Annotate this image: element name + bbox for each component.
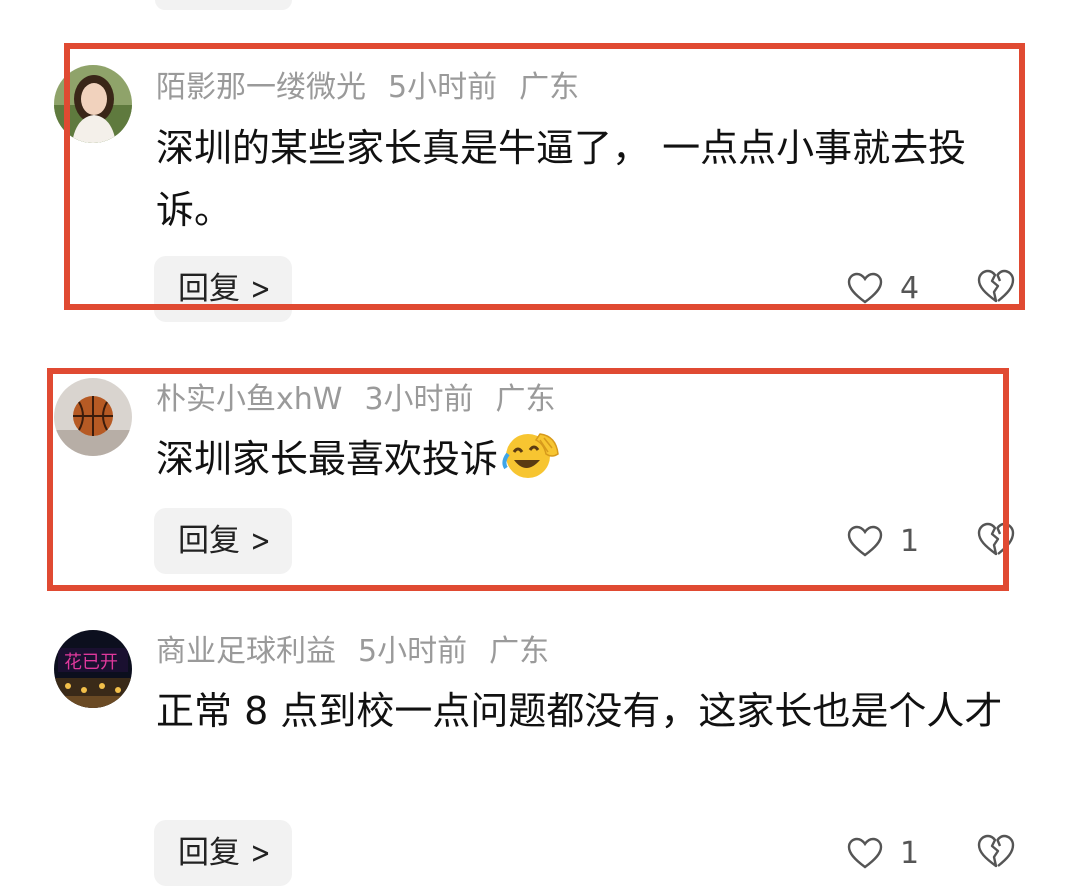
reply-button[interactable]: 回复 > xyxy=(154,256,292,322)
dislike-button[interactable] xyxy=(976,521,1016,561)
comment-text: 深圳家长最喜欢投诉 xyxy=(156,437,499,481)
reply-label: 回复 xyxy=(178,835,240,871)
night-city-avatar-icon: 花已开 xyxy=(54,630,132,708)
username[interactable]: 陌影那一缕微光 xyxy=(156,70,366,105)
heart-icon xyxy=(847,837,883,869)
previous-reply-button[interactable] xyxy=(155,0,292,10)
like-count: 1 xyxy=(900,523,920,559)
broken-heart-icon xyxy=(977,269,1015,303)
chevron-right-icon: > xyxy=(250,272,271,307)
user-avatar[interactable]: 花已开 xyxy=(54,630,132,708)
reply-label: 回复 xyxy=(178,523,240,559)
comment-text: 正常 8 点到校一点问题都没有，这家长也是个人才 xyxy=(156,689,1003,733)
like-count: 1 xyxy=(900,835,920,871)
comment-location: 广东 xyxy=(489,634,550,669)
comment-meta: 陌影那一缕微光 5小时前 广东 xyxy=(156,68,601,108)
comment-time: 3小时前 xyxy=(364,382,474,417)
laughing-crying-emoji-icon xyxy=(500,428,562,498)
like-count: 4 xyxy=(900,270,920,306)
chevron-right-icon: > xyxy=(250,524,271,559)
dislike-button[interactable] xyxy=(976,268,1016,308)
reply-button[interactable]: 回复 > xyxy=(154,508,292,574)
username[interactable]: 朴实小鱼xhW xyxy=(156,382,342,417)
svg-text:花已开: 花已开 xyxy=(64,652,118,673)
comment-text: 深圳的某些家长真是牛逼了， 一点点小事就去投诉。 xyxy=(156,126,967,232)
broken-heart-icon xyxy=(977,522,1015,556)
heart-icon xyxy=(847,272,883,304)
heart-icon xyxy=(847,525,883,557)
like-button[interactable]: 4 xyxy=(846,268,919,308)
comment-list-page: 陌影那一缕微光 5小时前 广东 深圳的某些家长真是牛逼了， 一点点小事就去投诉。 回… xyxy=(0,0,1080,892)
dislike-button[interactable] xyxy=(976,833,1016,873)
comment-time: 5小时前 xyxy=(388,70,498,105)
comment-location: 广东 xyxy=(519,70,580,105)
chevron-right-icon: > xyxy=(250,836,271,871)
comment-text-row: 深圳家长最喜欢投诉 xyxy=(156,428,1016,498)
user-avatar[interactable] xyxy=(54,65,132,143)
comment-time: 5小时前 xyxy=(358,634,468,669)
basketball-avatar-icon xyxy=(54,378,132,456)
broken-heart-icon xyxy=(977,834,1015,868)
like-button[interactable]: 1 xyxy=(846,833,919,873)
reply-label: 回复 xyxy=(178,271,240,307)
comment-meta: 朴实小鱼xhW 3小时前 广东 xyxy=(156,380,578,420)
woman-portrait-avatar-icon xyxy=(54,65,132,143)
comment-meta: 商业足球利益 5小时前 广东 xyxy=(156,632,571,672)
reply-button[interactable]: 回复 > xyxy=(154,820,292,886)
comment-location: 广东 xyxy=(495,382,556,417)
username[interactable]: 商业足球利益 xyxy=(156,634,336,669)
user-avatar[interactable] xyxy=(54,378,132,456)
like-button[interactable]: 1 xyxy=(846,521,919,561)
